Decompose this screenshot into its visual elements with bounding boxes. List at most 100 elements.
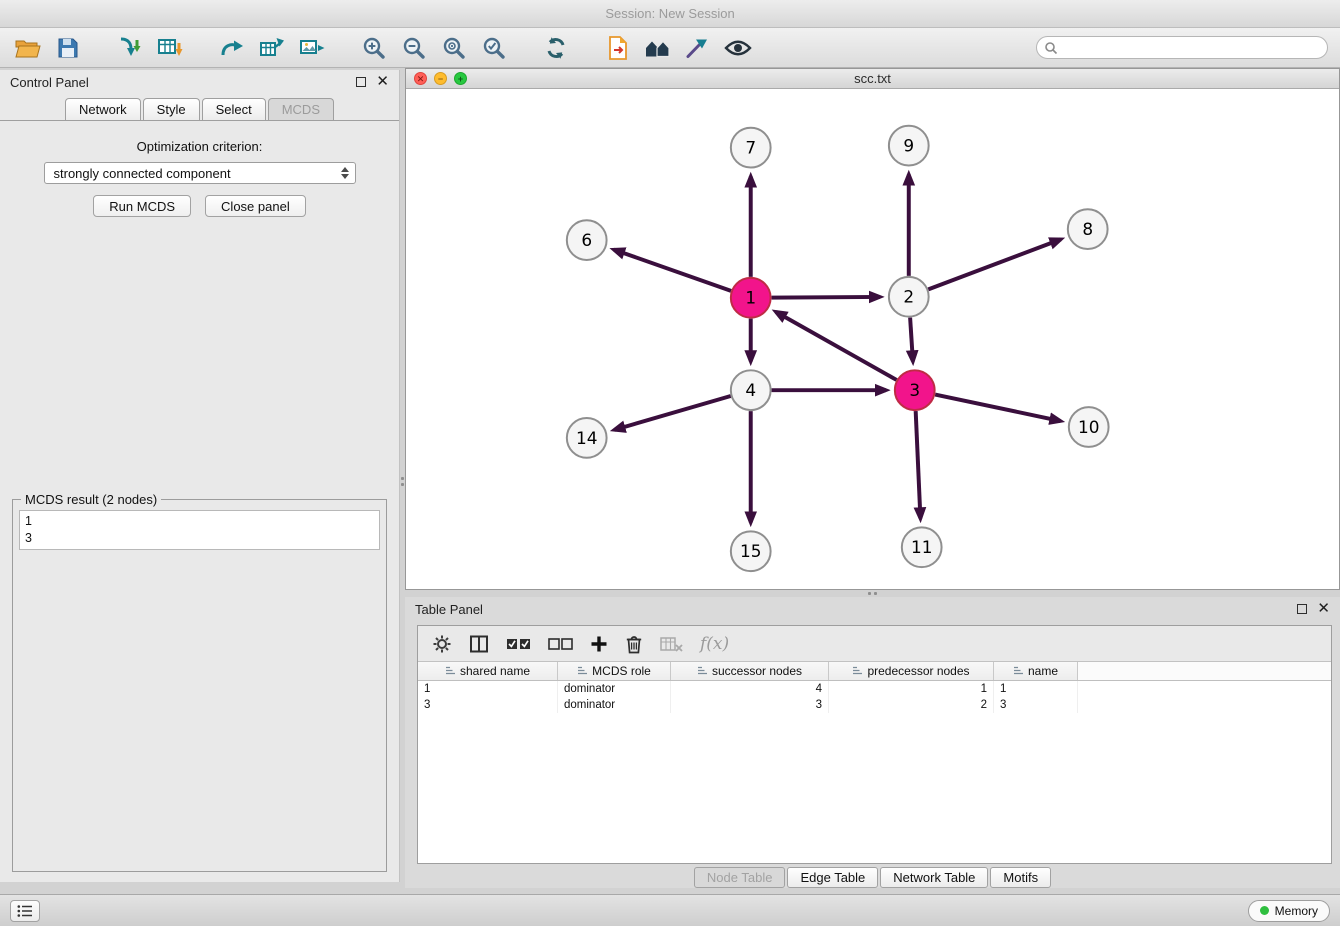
curved-arrow-icon[interactable] xyxy=(216,33,248,63)
column-header-successor-nodes[interactable]: successor nodes xyxy=(671,662,829,680)
network-canvas[interactable]: 7 9 6 8 1 2 4 3 14 10 15 11 xyxy=(406,89,1339,589)
table-cell[interactable]: 3 xyxy=(418,697,558,713)
function-builder-icon[interactable]: f(x) xyxy=(700,634,729,654)
float-table-panel-icon[interactable] xyxy=(1297,604,1307,614)
edge-4-14[interactable] xyxy=(614,396,730,430)
refresh-icon[interactable] xyxy=(540,33,572,63)
delete-column-icon[interactable] xyxy=(660,636,683,652)
node-15[interactable]: 15 xyxy=(731,531,771,571)
zoom-in-icon[interactable] xyxy=(358,33,390,63)
home-icon[interactable] xyxy=(642,33,674,63)
network-window-titlebar[interactable]: ✕ − + scc.txt xyxy=(406,69,1339,89)
edge-3-10[interactable] xyxy=(935,395,1060,421)
status-bar: Memory xyxy=(0,894,1340,926)
style-brush-icon[interactable] xyxy=(682,33,714,63)
column-header-predecessor-nodes[interactable]: predecessor nodes xyxy=(829,662,994,680)
column-sort-icon xyxy=(697,664,708,678)
gear-icon[interactable] xyxy=(432,634,452,654)
tab-motifs[interactable]: Motifs xyxy=(990,867,1051,888)
eye-icon[interactable] xyxy=(722,33,754,63)
node-label: 9 xyxy=(903,136,914,156)
image-arrow-icon[interactable] xyxy=(296,33,328,63)
memory-button[interactable]: Memory xyxy=(1248,900,1330,922)
select-all-checkboxes-icon[interactable] xyxy=(506,637,531,651)
edge-3-1[interactable] xyxy=(776,312,897,380)
node-7[interactable]: 7 xyxy=(731,128,771,168)
import-network-icon[interactable] xyxy=(114,33,146,63)
edge-3-11[interactable] xyxy=(916,411,921,518)
table-cell-filler xyxy=(1078,681,1331,697)
node-4[interactable]: 4 xyxy=(731,370,771,410)
node-9[interactable]: 9 xyxy=(889,126,929,166)
deselect-all-checkboxes-icon[interactable] xyxy=(548,637,573,651)
run-mcds-button[interactable]: Run MCDS xyxy=(93,195,191,217)
node-2[interactable]: 2 xyxy=(889,277,929,317)
node-label: 1 xyxy=(745,288,756,308)
edge-1-2[interactable] xyxy=(772,297,880,298)
table-empty-area xyxy=(418,713,1331,863)
mcds-result-list[interactable]: 1 3 xyxy=(19,510,380,550)
tab-node-table[interactable]: Node Table xyxy=(694,867,786,888)
node-1[interactable]: 1 xyxy=(731,278,771,318)
edge-2-3[interactable] xyxy=(910,318,913,362)
column-header-shared-name[interactable]: shared name xyxy=(418,662,558,680)
add-icon[interactable] xyxy=(590,635,608,653)
table-cell[interactable]: dominator xyxy=(558,697,671,713)
zoom-selected-icon[interactable] xyxy=(478,33,510,63)
import-table-icon[interactable] xyxy=(154,33,186,63)
table-row[interactable]: 3dominator323 xyxy=(418,697,1331,713)
close-panel-button[interactable]: Close panel xyxy=(205,195,306,217)
open-folder-icon[interactable] xyxy=(12,33,44,63)
node-3[interactable]: 3 xyxy=(895,370,935,410)
trash-icon[interactable] xyxy=(625,634,643,654)
table-cell[interactable]: 1 xyxy=(994,681,1078,697)
column-header-filler xyxy=(1078,662,1331,680)
table-row[interactable]: 1dominator411 xyxy=(418,681,1331,697)
node-label: 3 xyxy=(909,380,920,400)
tab-network[interactable]: Network xyxy=(65,98,141,120)
table-cell[interactable]: 3 xyxy=(994,697,1078,713)
show-panel-list-icon[interactable] xyxy=(10,900,40,922)
close-panel-icon[interactable]: ✕ xyxy=(376,77,389,87)
column-header-name[interactable]: name xyxy=(994,662,1078,680)
float-panel-icon[interactable] xyxy=(356,77,366,87)
tab-select[interactable]: Select xyxy=(202,98,266,120)
optimization-criterion-label: Optimization criterion: xyxy=(0,139,399,154)
save-icon[interactable] xyxy=(52,33,84,63)
node-8[interactable]: 8 xyxy=(1068,209,1108,249)
tab-mcds[interactable]: MCDS xyxy=(268,98,334,120)
toggle-columns-icon[interactable] xyxy=(469,635,489,653)
node-6[interactable]: 6 xyxy=(567,220,607,260)
column-header-MCDS-role[interactable]: MCDS role xyxy=(558,662,671,680)
zoom-window-icon[interactable]: + xyxy=(454,72,467,85)
edge-2-8[interactable] xyxy=(928,239,1060,289)
memory-label: Memory xyxy=(1275,904,1318,918)
table-cell[interactable]: 4 xyxy=(671,681,829,697)
window-titlebar[interactable]: Session: New Session xyxy=(0,0,1340,28)
table-cell[interactable]: 3 xyxy=(671,697,829,713)
node-10[interactable]: 10 xyxy=(1069,407,1109,447)
table-cell[interactable]: 1 xyxy=(418,681,558,697)
horizontal-splitter[interactable] xyxy=(405,590,1340,597)
zoom-fit-icon[interactable] xyxy=(438,33,470,63)
minimize-window-icon[interactable]: − xyxy=(434,72,447,85)
node-label: 8 xyxy=(1082,219,1093,239)
criterion-dropdown[interactable]: strongly connected component xyxy=(44,162,356,184)
table-cell[interactable]: 1 xyxy=(829,681,994,697)
export-document-icon[interactable] xyxy=(602,33,634,63)
node-11[interactable]: 11 xyxy=(902,527,942,567)
table-cell[interactable]: dominator xyxy=(558,681,671,697)
table-cell[interactable]: 2 xyxy=(829,697,994,713)
close-window-icon[interactable]: ✕ xyxy=(414,72,427,85)
zoom-out-icon[interactable] xyxy=(398,33,430,63)
memory-status-icon xyxy=(1260,906,1269,915)
edge-1-6[interactable] xyxy=(614,250,731,291)
tab-edge-table[interactable]: Edge Table xyxy=(787,867,878,888)
tab-style[interactable]: Style xyxy=(143,98,200,120)
close-table-panel-icon[interactable]: ✕ xyxy=(1317,604,1330,614)
network-arrow-icon[interactable] xyxy=(256,33,288,63)
tab-network-table[interactable]: Network Table xyxy=(880,867,988,888)
network-graph[interactable]: 7 9 6 8 1 2 4 3 14 10 15 11 xyxy=(406,89,1339,589)
node-14[interactable]: 14 xyxy=(567,418,607,458)
search-input[interactable] xyxy=(1036,36,1328,59)
